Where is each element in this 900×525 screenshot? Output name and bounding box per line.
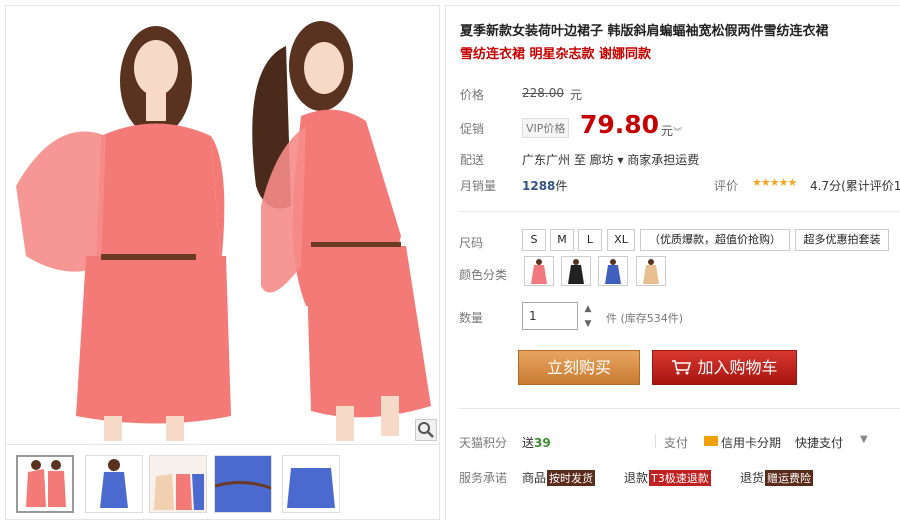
service-item-refund[interactable]: 退款 T3极速退款 xyxy=(624,469,711,486)
rating-score[interactable]: 4.7分(累计评价175 xyxy=(810,177,900,194)
size-option-l[interactable]: L xyxy=(578,229,602,251)
size-option-xl[interactable]: XL xyxy=(607,229,635,251)
thumbnail-3[interactable] xyxy=(149,455,207,513)
add-to-cart-label: 加入购物车 xyxy=(697,358,778,377)
thumbnail-2[interactable] xyxy=(85,455,143,513)
quantity-decrease-button[interactable]: ▼ xyxy=(579,317,597,331)
payment-option-quick[interactable]: 快捷支付 xyxy=(795,434,843,451)
zoom-button[interactable] xyxy=(415,419,437,441)
product-subtitle: 雪纺连衣裙 明星杂志款 谢娜同款 xyxy=(460,47,652,62)
points-value: 送39 xyxy=(522,436,551,450)
size-option-hot[interactable]: （优质爆款，超值价抢购） xyxy=(640,229,790,251)
quantity-input[interactable]: 1 xyxy=(522,302,578,330)
buy-now-button[interactable]: 立刻购买 xyxy=(518,350,640,385)
chevron-down-icon: ▼ xyxy=(584,319,592,329)
rating-stars: ★★★★★ xyxy=(752,176,797,189)
service-item-return[interactable]: 退货 赠运费险 xyxy=(740,469,814,486)
color-swatch-beige-image xyxy=(637,257,665,285)
points-label: 天猫积分 xyxy=(459,436,508,450)
payment-separator xyxy=(655,434,656,448)
review-label: 评价 xyxy=(714,179,739,193)
payment-label: 支付 xyxy=(664,436,689,450)
color-swatch-blue-image xyxy=(599,257,627,285)
quantity-increase-button[interactable]: ▲ xyxy=(579,302,597,316)
thumbnail-4-image xyxy=(215,456,271,512)
stock-info: 件 (库存534件) xyxy=(606,312,684,325)
thumbnail-1-image xyxy=(18,457,72,511)
promo-price: 79.80 xyxy=(580,110,660,139)
chevron-up-icon: ▲ xyxy=(584,304,592,314)
thumbnail-4[interactable] xyxy=(214,455,272,513)
price-info-box: 价格 228.00 元 促销 VIP价格 79.80 元︾ 配送 广东广州 至 … xyxy=(452,70,900,198)
original-price: 228.00 xyxy=(522,86,564,100)
magnifier-icon xyxy=(418,422,434,438)
delivery-info[interactable]: 广东广州 至 廊坊 ▾ 商家承担运费 xyxy=(522,151,699,168)
size-option-set[interactable]: 超多优惠拍套装 xyxy=(795,229,889,251)
color-swatch-pink-image xyxy=(525,257,553,285)
promo-label: 促销 xyxy=(460,122,485,136)
color-swatch-pink[interactable] xyxy=(524,256,554,286)
thumbnail-5[interactable] xyxy=(282,455,340,513)
credit-card-icon xyxy=(704,436,718,446)
main-image-illustration xyxy=(6,6,439,443)
promo-price-unit: 元︾ xyxy=(661,124,683,138)
original-price-unit: 元 xyxy=(570,88,583,102)
color-swatch-black[interactable] xyxy=(561,256,591,286)
section-divider xyxy=(459,408,900,409)
thumbnail-3-image xyxy=(150,456,206,512)
size-option-s[interactable]: S xyxy=(522,229,546,251)
quantity-label: 数量 xyxy=(459,311,484,325)
thumbnail-1[interactable] xyxy=(16,455,74,513)
payment-expand-icon[interactable]: ▼ xyxy=(860,434,868,445)
color-swatch-beige[interactable] xyxy=(636,256,666,286)
product-title: 夏季新款女装荷叶边裙子 韩版斜肩蝙蝠袖宽松假两件雪纺连衣裙 xyxy=(460,24,829,39)
color-label: 颜色分类 xyxy=(459,268,508,282)
sales-label: 月销量 xyxy=(460,179,497,193)
color-swatch-black-image xyxy=(562,257,590,285)
size-option-m[interactable]: M xyxy=(550,229,574,251)
product-main-image[interactable] xyxy=(6,6,439,443)
cart-icon xyxy=(672,360,692,375)
chevron-down-icon: ︾ xyxy=(673,128,683,138)
payment-option-installment[interactable]: 信用卡分期 xyxy=(721,434,781,451)
delivery-label: 配送 xyxy=(460,153,485,167)
service-label: 服务承诺 xyxy=(459,471,508,485)
vip-price-badge: VIP价格 xyxy=(522,118,570,138)
sales-count: 1288件 xyxy=(522,179,568,193)
size-label: 尺码 xyxy=(459,236,484,250)
color-swatch-blue[interactable] xyxy=(598,256,628,286)
product-gallery xyxy=(5,5,440,520)
add-to-cart-button[interactable]: 加入购物车 xyxy=(652,350,797,385)
thumbnail-strip xyxy=(6,444,439,520)
thumbnail-5-image xyxy=(283,456,339,512)
thumbnail-2-image xyxy=(86,456,142,512)
price-label: 价格 xyxy=(460,88,485,102)
divider xyxy=(460,211,900,212)
service-item-ontime[interactable]: 商品 按时发货 xyxy=(522,469,596,486)
